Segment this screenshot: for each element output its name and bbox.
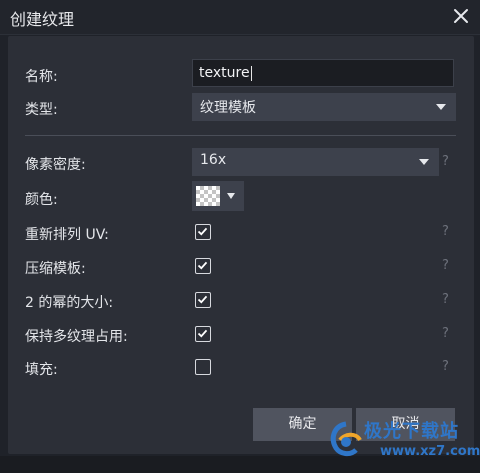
aurora-logo-icon [330,421,362,457]
watermark-url: www.xz7.com [380,444,480,459]
help-icon[interactable]: ? [442,359,449,374]
close-icon [454,9,468,23]
pixel-density-value: 16x [200,152,227,168]
window-title: 创建纹理 [10,10,75,29]
checkmark-icon [197,261,208,270]
create-texture-dialog: 名称: texture 类型: 纹理模板 像素密度: 16x ? 颜色: 重新排… [8,36,474,454]
text-caret [250,65,252,81]
type-select-value: 纹理模板 [200,100,256,116]
color-picker[interactable] [192,181,244,211]
chevron-down-icon [227,193,235,199]
color-label: 颜色: [25,192,58,208]
option-label: 重新排列 UV: [25,227,109,243]
transparent-color-swatch [196,186,220,206]
type-label: 类型: [25,102,58,118]
option-label: 压缩模板: [25,261,86,277]
help-icon[interactable]: ? [442,258,449,273]
checkmark-icon [197,227,208,236]
keep-multi-texture-checkbox[interactable] [195,326,211,342]
pixel-density-select[interactable]: 16x [192,148,439,176]
checkmark-icon [197,295,208,304]
option-label: 保持多纹理占用: [25,329,128,345]
help-icon[interactable]: ? [442,326,449,341]
help-icon[interactable]: ? [442,292,449,307]
compress-template-checkbox[interactable] [195,258,211,274]
power-of-two-checkbox[interactable] [195,292,211,308]
title-bar: 创建纹理 [0,0,480,35]
checkmark-icon [197,329,208,338]
pixel-density-label: 像素密度: [25,157,86,173]
chevron-down-icon [419,159,429,165]
name-label: 名称: [25,69,58,85]
watermark-logo: 极光下载站 www.xz7.com [324,414,480,468]
close-button[interactable] [450,5,472,27]
fill-checkbox[interactable] [195,359,211,375]
section-divider [25,135,456,136]
type-select[interactable]: 纹理模板 [192,93,456,121]
option-label: 2 的幂的大小: [25,295,114,311]
help-icon[interactable]: ? [442,224,449,239]
name-input[interactable]: texture [192,59,454,87]
name-input-value: texture [199,65,250,81]
rearrange-uv-checkbox[interactable] [195,224,211,240]
chevron-down-icon [436,104,446,110]
option-label: 填充: [25,362,58,378]
help-icon[interactable]: ? [442,154,449,169]
watermark-text: 极光下载站 [364,421,459,442]
